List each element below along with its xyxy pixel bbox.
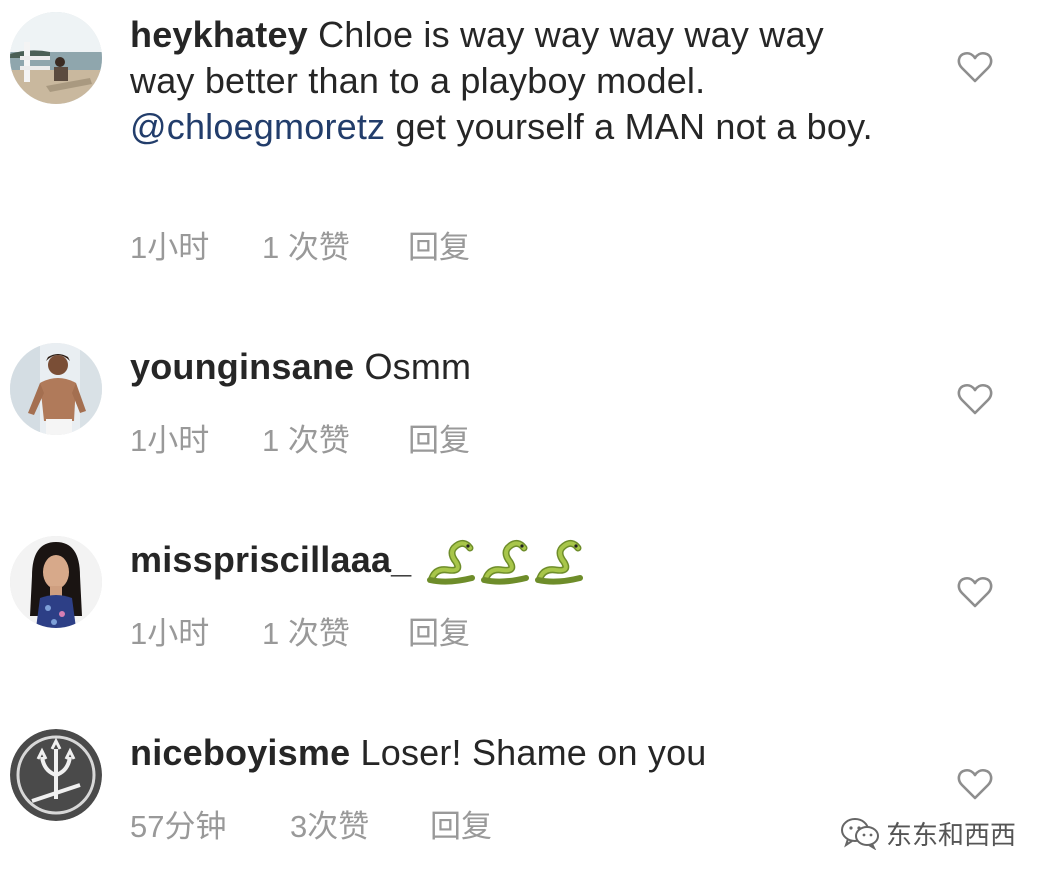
comment-timestamp: 1小时 [130,423,210,458]
comment-text-continued: get yourself a MAN not a boy. [385,106,873,147]
like-heart-icon[interactable] [957,767,993,801]
comment-like-count[interactable]: 3次赞 [290,801,369,846]
comment-body: niceboyisme Loser! Shame on you [130,730,890,776]
comment-timestamp: 57分钟 [130,809,227,844]
comment-username[interactable]: younginsane [130,346,354,387]
watermark-text: 东东和西西 [886,819,1017,850]
comment-text: Loser! Shame on you [360,732,707,773]
comment-username[interactable]: misspriscillaaa_ [130,539,411,580]
wechat-watermark: 东东和西西 [840,813,1016,853]
comment-timestamp: 1小时 [130,616,210,651]
comment-body: heykhatey Chloe is way way way way way w… [130,12,890,150]
comment-like-count[interactable]: 1 次赞 [262,222,350,267]
maserati-trident-avatar-icon [10,729,102,821]
comment-reply-button[interactable]: 回复 [408,608,470,653]
comment-mention-link[interactable]: @chloegmoretz [130,106,385,147]
comment-like-count[interactable]: 1 次赞 [262,608,350,653]
lakeside-photo-avatar-icon [10,12,102,104]
comment-username[interactable]: niceboyisme [130,732,350,773]
user-avatar[interactable] [10,729,102,821]
like-heart-icon[interactable] [957,50,993,84]
user-avatar[interactable] [10,12,102,104]
comment-like-count[interactable]: 1 次赞 [262,415,350,460]
comment-reply-button[interactable]: 回复 [408,222,470,267]
comment-body: younginsane Osmm [130,344,890,390]
like-heart-icon[interactable] [957,575,993,609]
comment-reply-button[interactable]: 回复 [430,801,492,846]
comment-username[interactable]: heykhatey [130,14,308,55]
woman-portrait-avatar-icon [10,536,102,628]
comment-timestamp: 1小时 [130,230,210,265]
snake-emoji-icon [426,540,475,586]
comment-text: Osmm [364,346,472,387]
comment-reply-button[interactable]: 回复 [408,415,470,460]
user-avatar[interactable] [10,536,102,628]
comment-body: misspriscillaaa_ [130,537,890,586]
user-avatar[interactable] [10,343,102,435]
snake-emoji-icon [534,540,583,586]
wechat-icon [841,818,879,850]
shirtless-man-avatar-icon [10,343,102,435]
like-heart-icon[interactable] [957,382,993,416]
snake-emoji-icon [480,540,529,586]
